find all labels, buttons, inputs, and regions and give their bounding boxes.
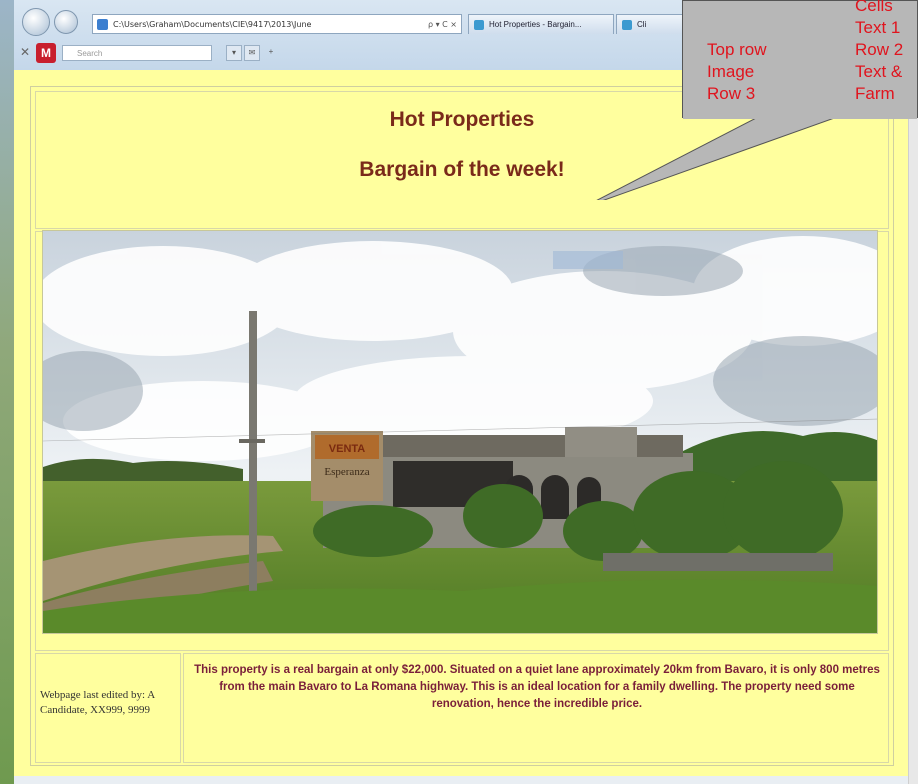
callout-item: Row 2: [855, 40, 904, 59]
footer-left-cell: Webpage last edited by: A Candidate, XX9…: [35, 653, 181, 763]
callout-item: Text 1: [855, 18, 901, 37]
property-description: This property is a real bargain at only …: [194, 664, 880, 710]
callout-join: [683, 115, 917, 119]
callout-left-list: Top row Image Row 3: [707, 39, 767, 105]
callout-item: Image: [707, 62, 755, 81]
callout-item: Row 3: [707, 84, 756, 103]
callout-item: Cells: [855, 0, 893, 15]
sign-bottom-text: Esperanza: [324, 466, 369, 478]
description-cell: This property is a real bargain at only …: [183, 653, 889, 763]
annotation-callout: Top row Image Row 3 Cells Text 1 Row 2 T…: [682, 0, 918, 119]
property-photo-image: VENTA Esperanza: [43, 231, 877, 633]
callout-item: Farm: [855, 84, 895, 103]
callout-right-list: Cells Text 1 Row 2 Text & Farm: [855, 0, 903, 105]
callout-item: Text &: [855, 62, 903, 81]
last-edited-text: Webpage last edited by: A Candidate, XX9…: [40, 689, 155, 716]
callout-item: Top row: [707, 40, 767, 59]
sign-top-text: VENTA: [329, 443, 366, 455]
property-photo: VENTA Esperanza: [42, 230, 878, 634]
